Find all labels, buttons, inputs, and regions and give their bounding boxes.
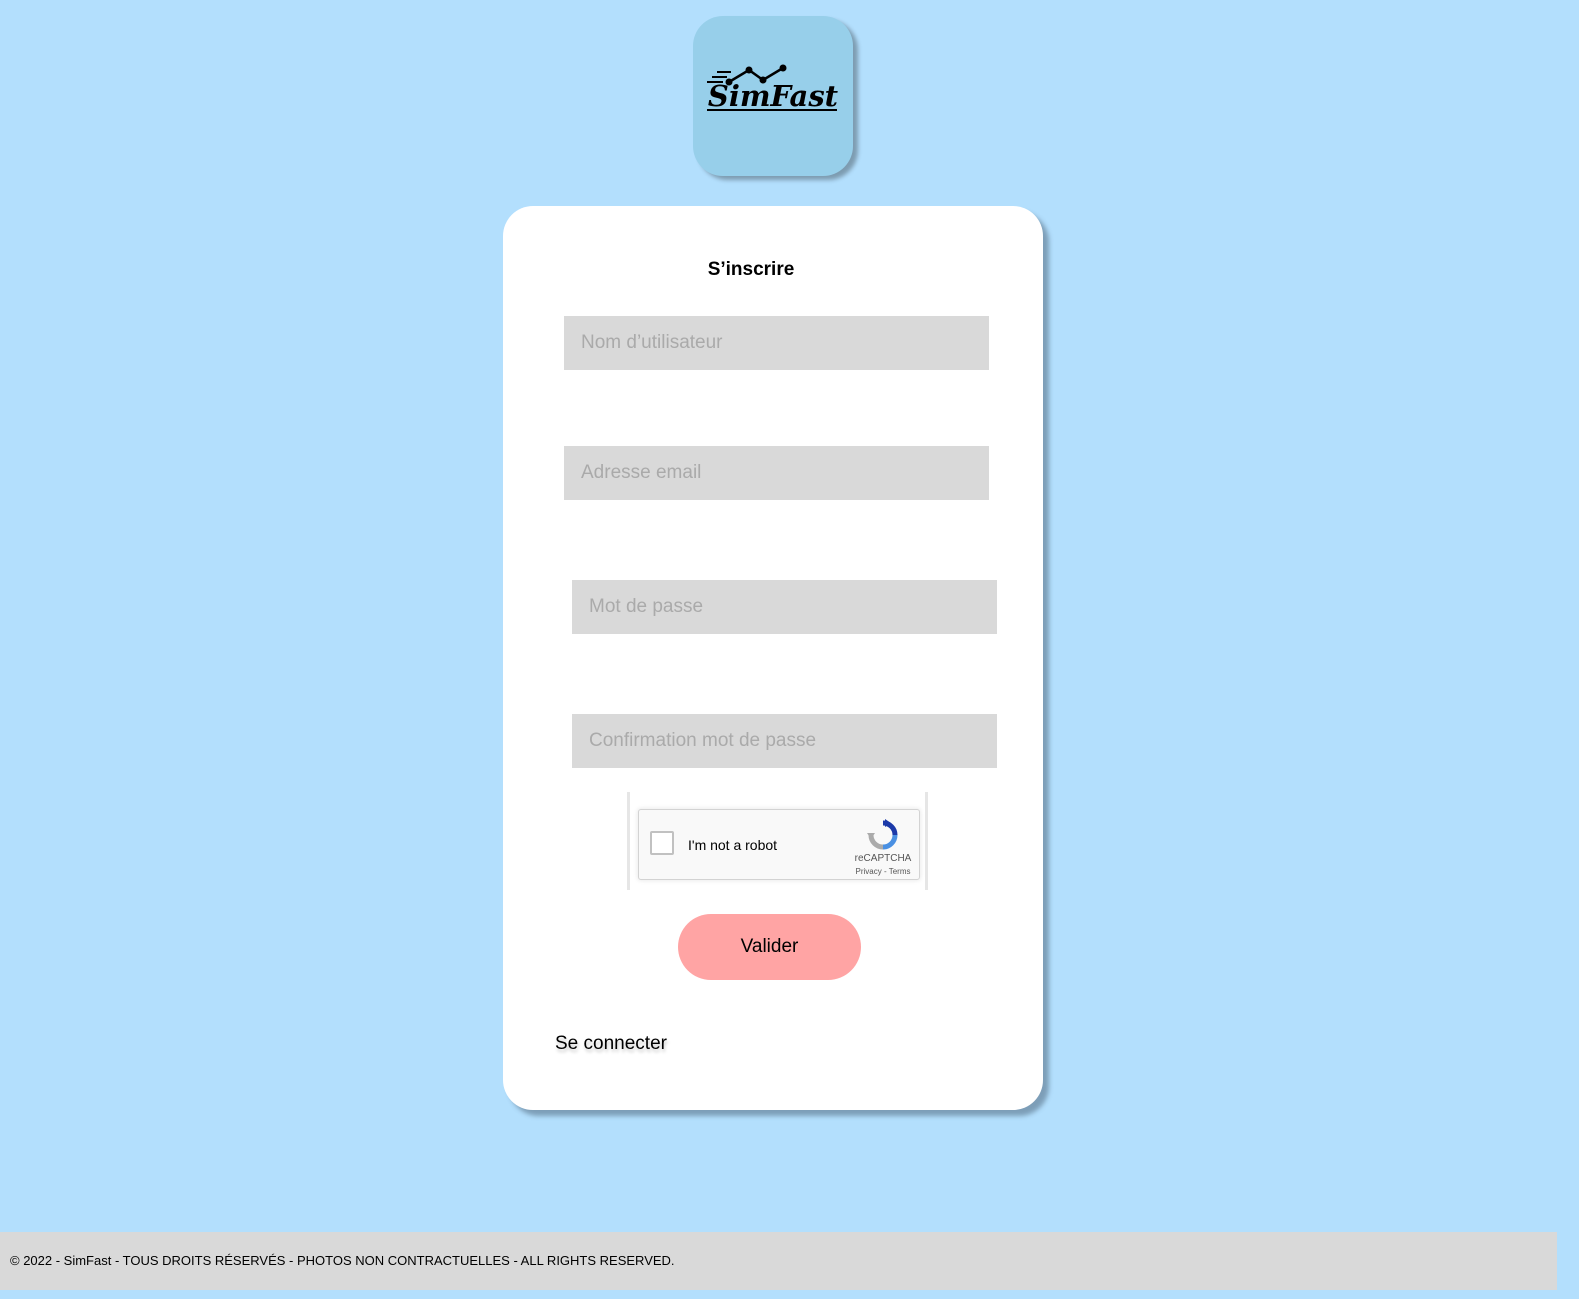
captcha-brand: reCAPTCHA — [854, 853, 912, 864]
logo-text: SimFast — [708, 79, 839, 113]
footer: © 2022 - SimFast - TOUS DROITS RÉSERVÉS … — [0, 1232, 1557, 1290]
login-link[interactable]: Se connecter — [555, 1033, 667, 1055]
captcha-terms-link[interactable]: Terms — [889, 867, 911, 876]
recaptcha-widget: I'm not a robot reCAPTCHA Privacy - Term… — [638, 809, 920, 880]
password-field[interactable] — [572, 580, 997, 634]
captcha-link-separator: - — [881, 867, 889, 876]
captcha-frame: I'm not a robot reCAPTCHA Privacy - Term… — [627, 792, 928, 890]
simfast-logo: SimFast — [707, 64, 839, 113]
page-title: S’inscrire — [707, 259, 795, 280]
captcha-privacy-link[interactable]: Privacy — [856, 867, 882, 876]
email-field[interactable] — [564, 446, 989, 500]
username-field[interactable] — [564, 316, 989, 370]
footer-text: © 2022 - SimFast - TOUS DROITS RÉSERVÉS … — [10, 1253, 675, 1268]
password-confirm-field[interactable] — [572, 714, 997, 768]
recaptcha-icon — [867, 819, 898, 850]
submit-button[interactable]: Valider — [678, 914, 861, 980]
captcha-links: Privacy - Terms — [839, 867, 927, 876]
logo-tile: SimFast — [693, 16, 853, 176]
captcha-checkbox[interactable] — [650, 831, 674, 855]
signup-card: S’inscrire I'm not a robot reCAPTCHA Pri… — [503, 206, 1043, 1110]
captcha-label: I'm not a robot — [688, 837, 778, 853]
